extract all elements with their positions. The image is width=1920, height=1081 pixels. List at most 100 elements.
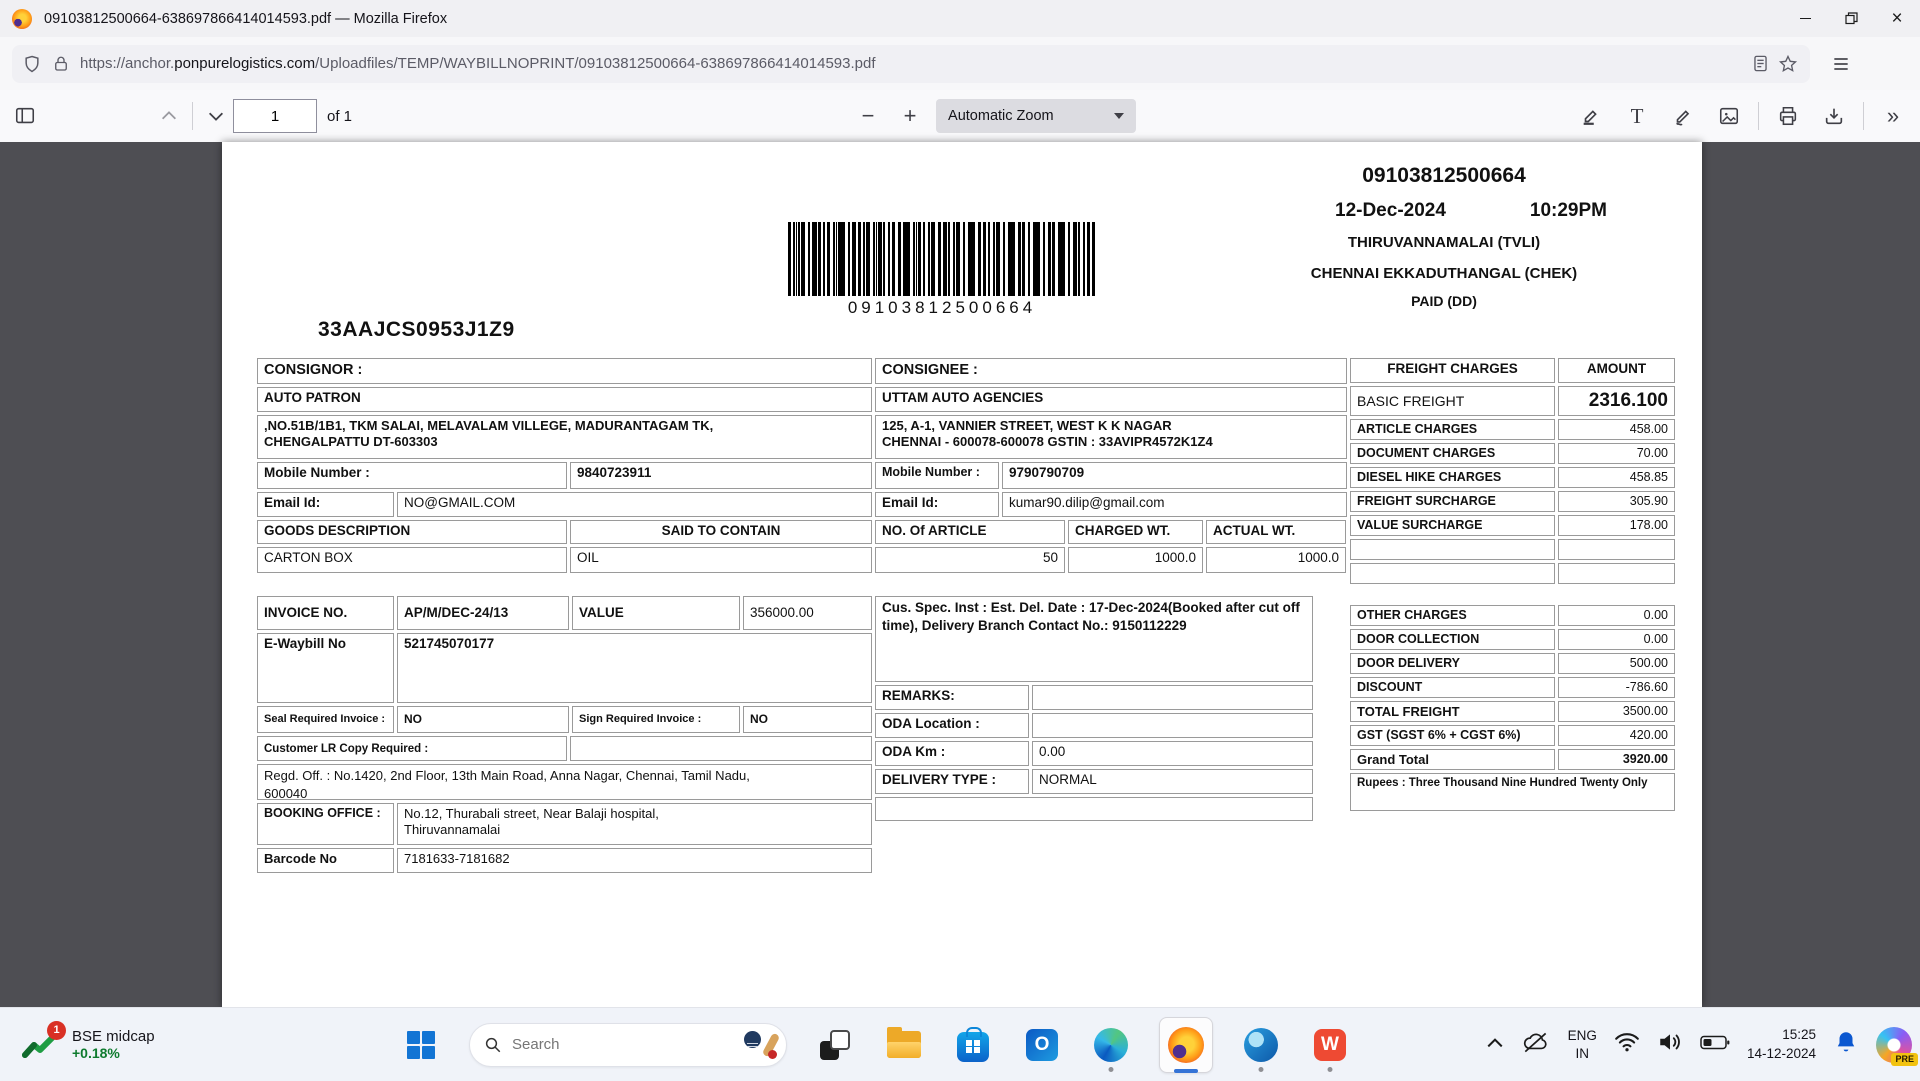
consignor-mobile: 9840723911 bbox=[570, 462, 872, 489]
search-icon bbox=[484, 1036, 502, 1054]
bookmark-star-icon[interactable] bbox=[1778, 54, 1798, 74]
restore-button[interactable] bbox=[1828, 0, 1874, 37]
grand-total-amount: 3920.00 bbox=[1558, 749, 1675, 770]
print-icon[interactable] bbox=[1771, 99, 1805, 133]
said-to-contain-header: SAID TO CONTAIN bbox=[570, 520, 872, 544]
task-view-icon bbox=[820, 1030, 850, 1060]
freight-row-label bbox=[1350, 539, 1555, 560]
browser-urlbar: https://anchor.ponpurelogistics.com/Uplo… bbox=[0, 37, 1920, 91]
outlook-button[interactable]: O bbox=[1021, 1016, 1063, 1074]
firefox-logo-icon bbox=[12, 9, 32, 29]
basic-freight-amount: 2316.100 bbox=[1558, 386, 1675, 416]
add-image-tool-icon[interactable] bbox=[1712, 99, 1746, 133]
oda-km-label: ODA Km : bbox=[875, 741, 1029, 766]
consignor-email-label: Email Id: bbox=[257, 492, 394, 517]
stock-name: BSE midcap bbox=[72, 1028, 155, 1045]
oda-location-value bbox=[1032, 713, 1313, 738]
amount-header: AMOUNT bbox=[1558, 358, 1675, 383]
microsoft-store-button[interactable] bbox=[952, 1016, 994, 1074]
destination-branch: CHENNAI EKKADUTHANGAL (CHEK) bbox=[1275, 265, 1613, 282]
address-field[interactable]: https://anchor.ponpurelogistics.com/Uplo… bbox=[12, 45, 1810, 83]
firefox-button-active[interactable] bbox=[1159, 1016, 1213, 1074]
customer-lr-label: Customer LR Copy Required : bbox=[257, 736, 567, 761]
copilot-icon[interactable]: PRE bbox=[1876, 1027, 1912, 1063]
wps-office-button[interactable]: W bbox=[1309, 1016, 1351, 1074]
task-view-button[interactable] bbox=[814, 1016, 856, 1074]
battery-icon[interactable] bbox=[1700, 1034, 1730, 1056]
highlight-tool-icon[interactable] bbox=[1574, 99, 1608, 133]
minimize-button[interactable] bbox=[1782, 0, 1828, 37]
tray-chevron-up-icon[interactable] bbox=[1486, 1036, 1504, 1054]
clock-date[interactable]: 15:25 14-12-2024 bbox=[1747, 1026, 1816, 1062]
volume-icon[interactable] bbox=[1657, 1031, 1683, 1058]
regd-office-address: Regd. Off. : No.1420, 2nd Floor, 13th Ma… bbox=[257, 764, 872, 800]
consignee-mobile: 9790790709 bbox=[1002, 462, 1347, 489]
seal-required-value: NO bbox=[397, 706, 569, 733]
running-indicator-dot bbox=[1259, 1067, 1264, 1072]
booking-time: 10:29PM bbox=[1530, 200, 1607, 222]
lock-icon[interactable] bbox=[52, 55, 70, 73]
said-to-contain-value: OIL bbox=[570, 547, 872, 573]
invoice-value: 356000.00 bbox=[743, 596, 872, 630]
freight-row-amount: 305.90 bbox=[1558, 491, 1675, 512]
freight-row-label: DOOR DELIVERY bbox=[1350, 653, 1555, 674]
freight-charges-header: FREIGHT CHARGES bbox=[1350, 358, 1555, 383]
reader-view-icon[interactable] bbox=[1751, 54, 1770, 73]
charged-wt-header: CHARGED WT. bbox=[1068, 520, 1203, 544]
windows-logo-icon bbox=[407, 1031, 435, 1059]
page-number-input[interactable] bbox=[233, 99, 317, 133]
language-indicator[interactable]: ENG IN bbox=[1568, 1027, 1597, 1062]
pdf-viewer-area[interactable]: 09103812500664 12-Dec-2024 10:29PM THIRU… bbox=[0, 142, 1920, 1007]
text-tool-icon[interactable]: T bbox=[1620, 99, 1654, 133]
search-input[interactable] bbox=[510, 1035, 742, 1054]
consignee-mobile-label: Mobile Number : bbox=[875, 462, 999, 489]
barcode-no-label: Barcode No bbox=[257, 848, 394, 873]
wifi-icon[interactable] bbox=[1614, 1031, 1640, 1058]
copilot-pre-badge: PRE bbox=[1891, 1053, 1918, 1066]
close-button[interactable]: × bbox=[1874, 0, 1920, 37]
page-up-icon[interactable] bbox=[152, 99, 186, 133]
start-button[interactable] bbox=[400, 1016, 442, 1074]
page-down-icon[interactable] bbox=[199, 99, 233, 133]
save-download-icon[interactable] bbox=[1817, 99, 1851, 133]
freight-row-amount: 178.00 bbox=[1558, 515, 1675, 536]
file-explorer-button[interactable] bbox=[883, 1016, 925, 1074]
search-highlight-cricket-icon bbox=[742, 1027, 778, 1063]
gst-label: GST (SGST 6% + CGST 6%) bbox=[1350, 725, 1555, 746]
zoom-in-button[interactable]: + bbox=[894, 103, 926, 129]
tray-date: 14-12-2024 bbox=[1747, 1045, 1816, 1063]
remarks-value bbox=[1032, 685, 1313, 710]
total-freight-label: TOTAL FREIGHT bbox=[1350, 701, 1555, 722]
thunderbird-button[interactable] bbox=[1240, 1016, 1282, 1074]
taskbar-search[interactable] bbox=[469, 1023, 787, 1067]
notification-bell-icon[interactable] bbox=[1833, 1029, 1859, 1060]
edge-icon bbox=[1094, 1028, 1128, 1062]
freight-row-label: FREIGHT SURCHARGE bbox=[1350, 491, 1555, 512]
invoice-no-value: AP/M/DEC-24/13 bbox=[397, 596, 569, 630]
special-instruction: Cus. Spec. Inst : Est. Del. Date : 17-De… bbox=[875, 596, 1313, 682]
empty-cell bbox=[875, 797, 1313, 821]
remarks-label: REMARKS: bbox=[875, 685, 1029, 710]
taskbar-widget-stocks[interactable]: 1 BSE midcap +0.18% bbox=[22, 1008, 155, 1081]
more-tools-icon[interactable]: » bbox=[1876, 99, 1910, 133]
edge-button[interactable] bbox=[1090, 1016, 1132, 1074]
draw-tool-icon[interactable] bbox=[1666, 99, 1700, 133]
grand-total-label: Grand Total bbox=[1350, 749, 1555, 770]
thunderbird-icon bbox=[1244, 1028, 1278, 1062]
sidebar-toggle-icon[interactable] bbox=[8, 99, 42, 133]
freight-charges-table: FREIGHT CHARGES AMOUNT BASIC FREIGHT 231… bbox=[1350, 358, 1678, 814]
zoom-out-button[interactable]: − bbox=[852, 103, 884, 129]
microsoft-store-icon bbox=[957, 1032, 989, 1062]
shield-icon[interactable] bbox=[22, 54, 42, 74]
menu-hamburger-icon[interactable] bbox=[1824, 47, 1858, 81]
charged-wt-value: 1000.0 bbox=[1068, 547, 1203, 573]
freight-row-amount: 500.00 bbox=[1558, 653, 1675, 674]
zoom-level-select[interactable]: Automatic Zoom bbox=[936, 99, 1136, 133]
freight-row-label: DOCUMENT CHARGES bbox=[1350, 443, 1555, 464]
pdf-toolbar: of 1 − + Automatic Zoom T » bbox=[0, 90, 1920, 143]
freight-row-label: DIESEL HIKE CHARGES bbox=[1350, 467, 1555, 488]
onedrive-offline-icon[interactable] bbox=[1521, 1029, 1551, 1060]
basic-freight-label: BASIC FREIGHT bbox=[1350, 386, 1555, 416]
freight-row-amount: 0.00 bbox=[1558, 605, 1675, 626]
url-text: https://anchor.ponpurelogistics.com/Uplo… bbox=[80, 55, 1739, 72]
